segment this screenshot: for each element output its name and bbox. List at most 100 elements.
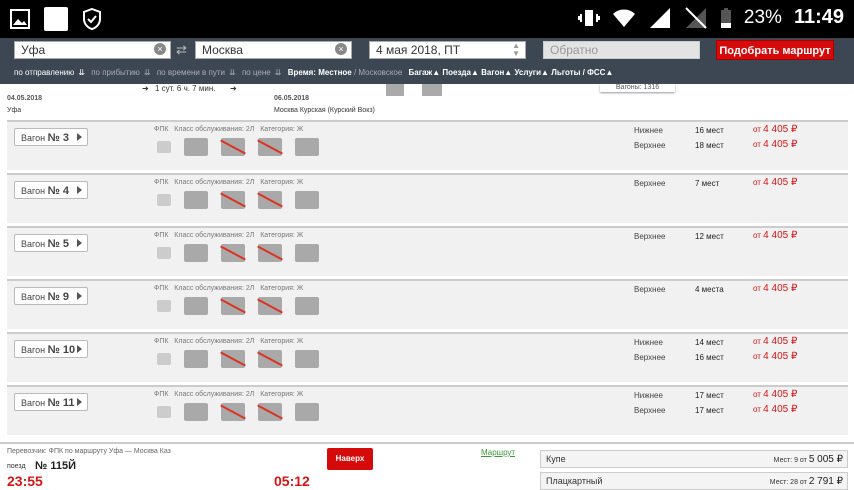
no-wc-icon [258,297,282,315]
back-to-top-button[interactable]: Наверх [327,448,373,470]
no-ac-icon [221,191,245,209]
amenity-icons [157,138,319,156]
arrow-right-icon: ➜ [142,84,149,93]
wagon-meta: ФПК Класс обслуживания: 2Л Категория: Ж [154,391,303,398]
price-value: 4 405 ₽ [763,139,798,150]
caret-up-icon: ▲ [504,68,513,77]
wagon-button[interactable]: Вагон № 3 [14,128,88,146]
class-option-platzkart[interactable]: Плацкартный Мест: 28 от 2 791 ₽ [540,472,848,490]
wagon-label: Вагон [21,398,46,408]
amenity-icons [157,244,319,262]
wagon-number: № 10 [47,344,76,356]
no-wc-icon [258,138,282,156]
seat-price[interactable]: от 4 405 ₽ [753,404,797,415]
seat-price[interactable]: от 4 405 ₽ [753,139,797,150]
wagon-meta: ФПК Класс обслуживания: 2Л Категория: Ж [154,126,303,133]
return-date-input[interactable]: Обратно [543,41,700,59]
seat-count: 14 мест [695,338,724,347]
filter-trains[interactable]: Поезда [442,68,471,77]
filter-baggage[interactable]: Багаж [409,68,433,77]
seat-price[interactable]: от 4 405 ₽ [753,124,797,135]
clear-from-icon[interactable]: × [154,43,166,55]
no-ac-icon [221,350,245,368]
wagon-button[interactable]: Вагон № 5 [14,234,88,252]
wagon-meta: ФПК Класс обслуживания: 2Л Категория: Ж [154,232,303,239]
to-input[interactable]: Москва × [195,41,352,59]
sort-by-arrival[interactable]: по прибытию [91,68,140,77]
price-value: 4 405 ₽ [763,404,798,415]
search-button[interactable]: Подобрать маршрут [716,40,834,60]
departure-date: 04.05.2018 [7,95,43,102]
wagon-carrier: ФПК [154,179,169,186]
price-from: от [753,125,761,134]
filter-services[interactable]: Услуги [514,68,541,77]
no-wc-icon [258,350,282,368]
clear-to-icon[interactable]: × [335,43,347,55]
sort-by-duration[interactable]: по времени в пути [157,68,225,77]
seat-price[interactable]: от 4 405 ₽ [753,351,797,362]
pet-icon [295,138,319,156]
date-spinner-icon[interactable]: ▲ ▼ [512,42,520,58]
travel-duration: 1 сут. 6 ч. 7 мин. [155,84,216,93]
wagon-class: Класс обслуживания: 2Л [174,338,255,345]
wagon-button[interactable]: Вагон № 10 [14,340,88,358]
caret-up-icon: ▲ [605,68,614,77]
amenity-icons [157,191,319,209]
swap-icon[interactable]: ⇄ [176,42,187,58]
wagon-button[interactable]: Вагон № 4 [14,181,88,199]
play-arrow-icon [77,186,82,194]
seat-price[interactable]: от 4 405 ₽ [753,177,797,188]
class-seats: Мест: 9 [773,457,798,464]
sort-desc-icon: ⇊ [274,68,282,77]
pet-icon [295,350,319,368]
no-ac-icon [221,244,245,262]
no-wc-icon [258,403,282,421]
route-link[interactable]: Маршрут [481,448,515,457]
wagon-category: Категория: Ж [260,232,304,239]
seat-type: Нижнее [634,126,663,135]
signal-strength-icon [157,141,171,153]
filter-benefits[interactable]: Льготы / ФСС [551,68,605,77]
train-prefix: поезд [7,463,26,470]
seat-price[interactable]: от 4 405 ₽ [753,336,797,347]
shield-check-icon [83,8,101,30]
wagon-meta: ФПК Класс обслуживания: 2Л Категория: Ж [154,179,303,186]
wagon-button[interactable]: Вагон № 9 [14,287,88,305]
wagon-category: Категория: Ж [260,285,304,292]
to-value: Москва [202,43,243,57]
clock: 11:49 [793,6,844,28]
signal-strength-icon [157,300,171,312]
return-placeholder: Обратно [550,43,599,57]
time-moscow-option[interactable]: / Московское [354,68,402,77]
bag-icon [184,138,208,156]
seat-price[interactable]: от 4 405 ₽ [753,230,797,241]
filter-wagon[interactable]: Вагон [481,68,504,77]
pet-icon [295,244,319,262]
from-value: Уфа [21,43,46,57]
sort-by-price[interactable]: по цене [242,68,271,77]
seat-price[interactable]: от 4 405 ₽ [753,389,797,400]
seat-price[interactable]: от 4 405 ₽ [753,283,797,294]
wagon-button[interactable]: Вагон № 11 [14,393,88,411]
time-local-option[interactable]: Местное [318,68,352,77]
seat-type: Верхнее [634,232,666,241]
sort-desc-icon: ⇊ [143,68,151,77]
price-from: от [753,231,761,240]
from-input[interactable]: Уфа × [14,41,171,59]
notification-icon [44,7,68,31]
play-arrow-icon [77,398,82,406]
caret-up-icon: ▲ [470,68,479,77]
class-seats: Мест: 28 [769,479,798,486]
wagon-class: Класс обслуживания: 2Л [174,232,255,239]
next-train: Перевозчик: ФПК по маршруту Уфа — Москва… [0,442,854,490]
sort-by-departure[interactable]: по отправлению [14,68,74,77]
class-name: Плацкартный [546,476,603,486]
wagon-carrier: ФПК [154,391,169,398]
price-value: 4 405 ₽ [763,283,798,294]
wagon-meta: ФПК Класс обслуживания: 2Л Категория: Ж [154,338,303,345]
arrival-date: 06.05.2018 [274,95,310,102]
price-from: от [753,140,761,149]
class-option-coupe[interactable]: Купе Мест: 9 от 5 005 ₽ [540,450,848,468]
play-arrow-icon [77,292,82,300]
date-input[interactable]: 4 мая 2018, ПТ ▲ ▼ [369,41,526,59]
